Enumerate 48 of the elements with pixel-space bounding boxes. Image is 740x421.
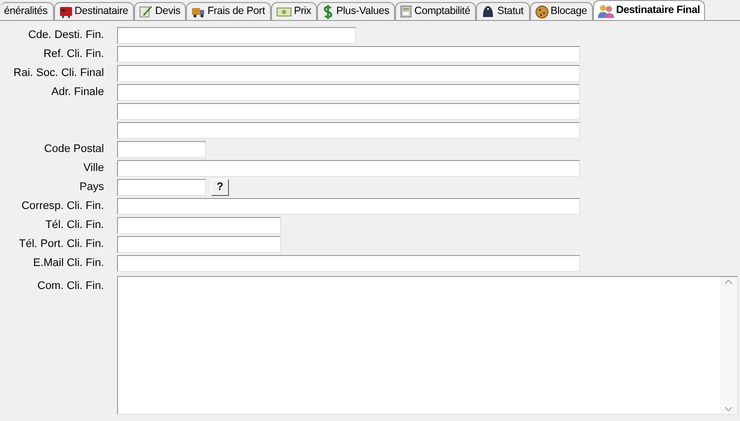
field-label: Com. Cli. Fin. <box>37 280 104 292</box>
input-field[interactable] <box>117 46 580 63</box>
field-label: Ville <box>83 162 104 174</box>
tab[interactable]: Destinataire <box>54 2 134 20</box>
input-field[interactable] <box>117 160 580 177</box>
cookie-icon <box>534 4 549 18</box>
tab[interactable]: Frais de Port <box>186 2 271 20</box>
pencil-icon <box>139 5 154 18</box>
people-icon <box>598 4 614 18</box>
field-label: Code Postal <box>44 143 104 156</box>
scroll-up-icon[interactable] <box>725 280 732 284</box>
calculator-icon <box>400 5 412 18</box>
dollar-icon <box>322 4 334 18</box>
field-label: Tél. Cli. Fin. <box>45 219 104 232</box>
bus-icon <box>58 6 73 18</box>
tab[interactable]: Blocage <box>530 2 594 20</box>
input-field[interactable] <box>117 179 206 196</box>
input-field[interactable] <box>117 122 580 139</box>
scroll-down-icon[interactable] <box>725 407 732 411</box>
field-label: Ref. Cli. Fin. <box>43 48 104 60</box>
input-field[interactable] <box>117 236 281 253</box>
field-label: Pays <box>80 181 104 194</box>
tab[interactable]: Prix <box>270 2 318 20</box>
field-label: E.Mail Cli. Fin. <box>33 257 104 270</box>
tab[interactable]: Devis <box>134 2 186 20</box>
field-label: Tél. Port. Cli. Fin. <box>19 238 104 250</box>
field-label: Cde. Desti. Fin. <box>28 29 104 42</box>
tab[interactable]: Statut <box>476 2 530 20</box>
input-field[interactable] <box>117 217 281 234</box>
helmet-icon <box>481 5 496 18</box>
scrollbar[interactable] <box>720 277 737 414</box>
tab[interactable]: Destinataire Final <box>593 0 705 20</box>
field-label: Rai. Soc. Cli. Final <box>14 67 104 80</box>
field-label: Corresp. Cli. Fin. <box>21 200 104 212</box>
input-field[interactable] <box>117 141 206 158</box>
lookup-button[interactable]: ? <box>211 179 229 196</box>
input-field[interactable] <box>117 103 580 120</box>
input-field[interactable] <box>117 65 580 82</box>
input-field[interactable] <box>117 84 580 101</box>
input-field[interactable] <box>117 27 356 44</box>
input-field[interactable] <box>117 198 580 215</box>
field-label: Adr. Finale <box>51 86 104 98</box>
input-field[interactable] <box>117 255 580 272</box>
truck-icon <box>191 6 206 18</box>
tab[interactable]: énéralités <box>0 2 54 20</box>
banknote-icon <box>276 6 292 17</box>
tab[interactable]: Comptabilité <box>395 2 476 20</box>
tab[interactable]: Plus-Values <box>317 2 396 20</box>
